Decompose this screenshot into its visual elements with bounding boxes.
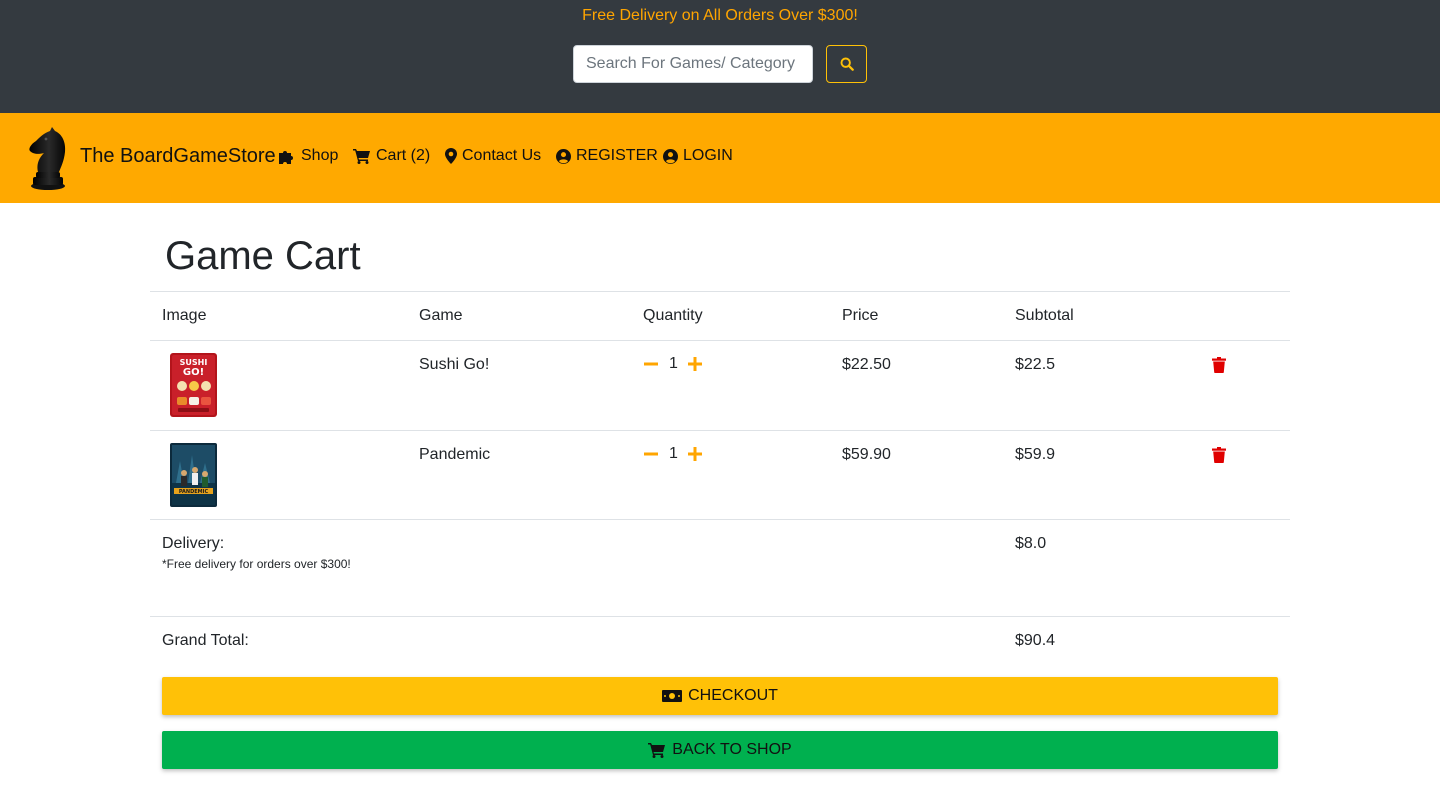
cart-icon [648, 743, 666, 758]
game-thumbnail[interactable]: PANDEMIC [170, 443, 217, 507]
trash-icon[interactable] [1212, 447, 1226, 463]
nav-shop[interactable]: Shop [278, 147, 338, 165]
table-row: PANDEMIC Pandemic 1 $59.90 $59.9 [150, 430, 1290, 519]
plus-button[interactable] [687, 355, 703, 373]
nav-login-label: LOGIN [683, 147, 733, 164]
puzzle-icon [279, 151, 293, 164]
search-input[interactable] [573, 45, 813, 83]
header-game: Game [419, 307, 463, 324]
svg-text:PANDEMIC: PANDEMIC [179, 489, 209, 495]
grand-total-row: Grand Total: $90.4 [150, 616, 1290, 676]
item-subtotal: $22.5 [1015, 356, 1056, 373]
nav-cart[interactable]: Cart (2) [353, 147, 430, 165]
back-to-shop-button[interactable]: BACK TO SHOP [162, 731, 1278, 769]
trash-icon[interactable] [1212, 357, 1226, 373]
minus-icon [644, 362, 658, 366]
header-subtotal: Subtotal [1015, 307, 1074, 324]
header-quantity: Quantity [643, 307, 703, 324]
search-button[interactable] [826, 45, 867, 83]
minus-button[interactable] [643, 445, 659, 463]
item-subtotal: $59.9 [1015, 446, 1056, 463]
minus-button[interactable] [643, 355, 659, 373]
quantity-stepper: 1 [643, 445, 703, 463]
plus-icon [688, 357, 702, 371]
quantity-value: 1 [669, 355, 678, 372]
map-pin-icon [445, 148, 457, 164]
chess-knight-icon[interactable] [22, 125, 72, 191]
item-price: $22.50 [842, 356, 891, 373]
grand-total-value: $90.4 [1015, 632, 1056, 649]
plus-button[interactable] [687, 445, 703, 463]
page-title: Game Cart [165, 234, 361, 278]
game-name[interactable]: Pandemic [419, 446, 490, 464]
minus-icon [644, 452, 658, 456]
promo-text: Free Delivery on All Orders Over $300! [582, 7, 858, 24]
table-header-row: Image Game Quantity Price Subtotal [150, 291, 1290, 341]
nav-contact-label: Contact Us [462, 147, 542, 164]
nav-register[interactable]: REGISTER [556, 147, 658, 165]
money-bill-icon [662, 690, 683, 702]
svg-text:GO!: GO! [183, 367, 204, 378]
header-price: Price [842, 307, 879, 324]
delivery-value: $8.0 [1015, 535, 1047, 552]
search-icon [840, 57, 854, 71]
quantity-stepper: 1 [643, 355, 703, 373]
table-row: SUSHI GO! Sushi Go! 1 $22.50 $22.5 [150, 341, 1290, 430]
back-to-shop-label: BACK TO SHOP [672, 741, 792, 758]
user-circle-icon [556, 148, 571, 164]
grand-total-label: Grand Total: [162, 632, 249, 649]
brand-name[interactable]: The BoardGameStore [80, 145, 276, 168]
nav-login[interactable]: LOGIN [663, 147, 733, 165]
nav-cart-label: Cart (2) [376, 147, 431, 164]
delivery-note: *Free delivery for orders over $300! [162, 557, 351, 571]
cart-icon [353, 149, 370, 164]
user-circle-icon [663, 148, 678, 164]
game-thumbnail[interactable]: SUSHI GO! [170, 353, 217, 417]
main-navbar: The BoardGameStore Shop Cart (2) Contact… [0, 113, 1440, 203]
nav-shop-label: Shop [301, 147, 339, 164]
svg-text:SUSHI: SUSHI [180, 358, 208, 367]
top-promo-bar: Free Delivery on All Orders Over $300! [0, 0, 1440, 113]
cart-table: Image Game Quantity Price Subtotal SUSHI… [150, 291, 1290, 676]
quantity-value: 1 [669, 445, 678, 462]
checkout-button[interactable]: CHECKOUT [162, 677, 1278, 715]
plus-icon [688, 447, 702, 461]
delivery-label: Delivery: [162, 535, 225, 552]
checkout-label: CHECKOUT [688, 687, 778, 704]
game-name[interactable]: Sushi Go! [419, 356, 489, 374]
item-price: $59.90 [842, 446, 891, 463]
delivery-row: Delivery: *Free delivery for orders over… [150, 519, 1290, 616]
nav-contact[interactable]: Contact Us [445, 147, 541, 165]
nav-register-label: REGISTER [576, 147, 658, 164]
header-image: Image [162, 307, 207, 324]
